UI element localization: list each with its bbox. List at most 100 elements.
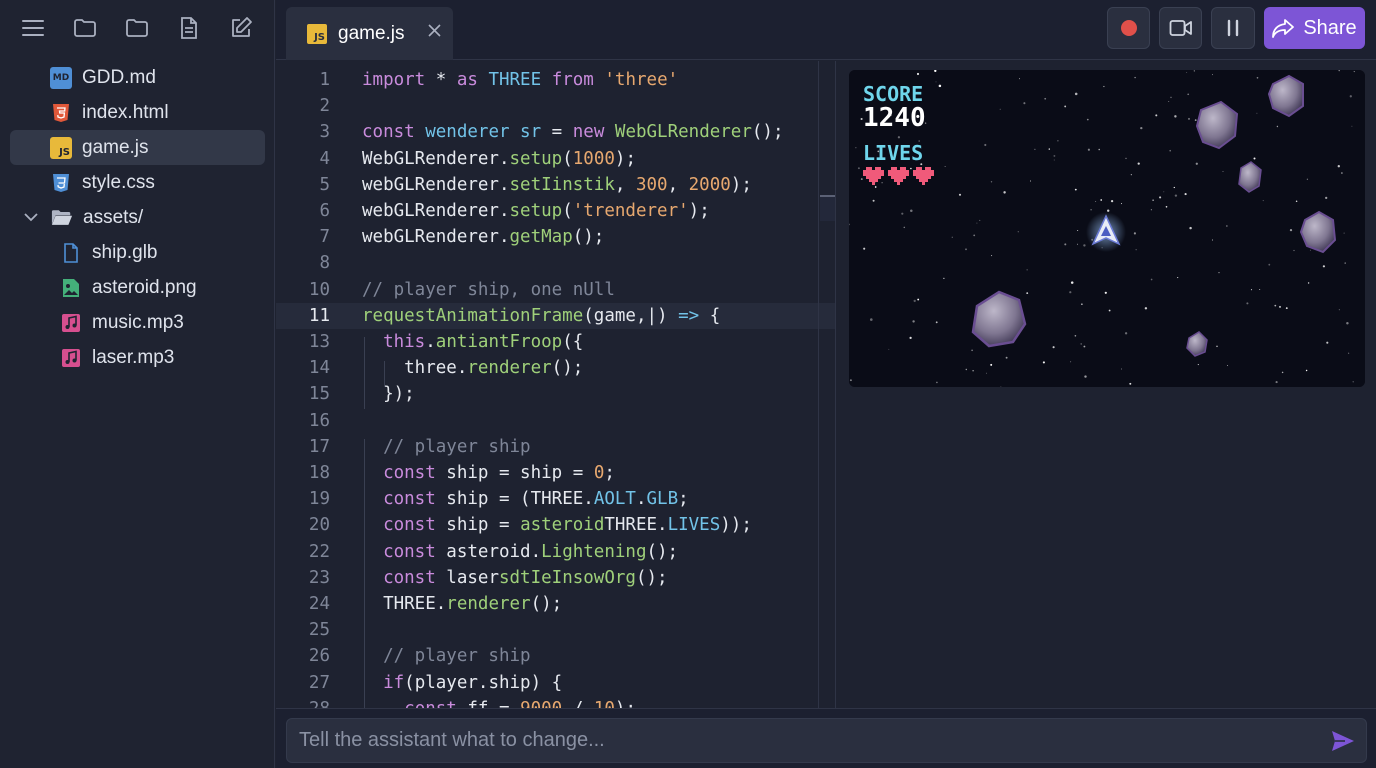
code-editor[interactable]: 1 import * as THREE from 'three' 2 3 const w… <box>276 61 836 708</box>
code-text: // player ship <box>383 436 531 457</box>
code-text: this.antiantFroop({ <box>383 332 584 352</box>
code-line[interactable]: 24 THREE.renderer(); <box>276 591 835 617</box>
code-text: webGLRenderer.setIinstik, 300, 2000); <box>362 174 752 195</box>
file-label: game.js <box>82 136 149 158</box>
code-line[interactable]: 14 three.renderer(); <box>276 355 835 381</box>
chevron-down-icon[interactable] <box>20 213 42 222</box>
code-line[interactable]: 4 WebGLRenderer.setup(1000); <box>276 146 835 172</box>
line-number: 8 <box>319 253 330 274</box>
code-line[interactable]: 22 const asteroid.Lightening(); <box>276 539 835 565</box>
file-label: ship.glb <box>92 241 158 263</box>
prompt-box <box>286 718 1367 763</box>
code-line[interactable]: 11 requestAnimationFrame(game,|) => { <box>276 302 835 329</box>
code-text: const ship = ship = 0; <box>383 463 615 483</box>
lives-label: LIVES <box>863 141 924 165</box>
file-music-mp3[interactable]: music.mp3 <box>10 305 265 340</box>
line-number: 27 <box>308 672 330 693</box>
code-line[interactable]: 8 <box>276 250 835 276</box>
code-line[interactable]: 17 // player ship <box>276 434 835 460</box>
player-ship <box>1086 212 1126 252</box>
code-text: requestAnimationFrame(game,|) => { <box>362 305 721 326</box>
line-number: 28 <box>276 696 330 708</box>
code-line[interactable]: 16 <box>276 408 835 434</box>
code-line[interactable]: 19 const ship = (THREE.AOLT.GLB; <box>276 486 835 512</box>
new-file-icon[interactable] <box>174 12 204 44</box>
code-line[interactable]: 25 <box>276 617 835 643</box>
heart-icon <box>888 167 909 185</box>
file-ship-glb[interactable]: ship.glb <box>10 235 265 270</box>
editor-scrollbar[interactable] <box>818 61 835 708</box>
pause-button[interactable] <box>1211 7 1255 49</box>
file-game-js[interactable]: JS game.js <box>10 130 265 165</box>
file-asteroid-png[interactable]: asteroid.png <box>10 270 265 305</box>
line-number: 15 <box>308 384 330 405</box>
code-text: }); <box>362 384 415 405</box>
scrollbar-thumb[interactable] <box>820 195 835 221</box>
game-canvas[interactable]: SCORE 1240 LIVES <box>849 70 1365 387</box>
line-number: 18 <box>308 463 330 483</box>
heart-icon <box>913 167 934 185</box>
score-value: 1240 <box>863 103 926 133</box>
code-line[interactable]: 6 webGLRenderer.setup('trenderer'); <box>276 198 835 224</box>
file-style-css[interactable]: style.css <box>10 165 265 200</box>
code-text: const ship = (THREE.AOLT.GLB; <box>383 489 689 510</box>
code-line[interactable]: 7 webGLRenderer.getMap(); <box>276 224 835 250</box>
code-line[interactable]: 18 const ship = ship = 0; <box>276 460 835 486</box>
file-explorer: MD GDD.md index.html JS game.js style.cs… <box>0 0 275 768</box>
folder-assets[interactable]: assets/ <box>10 200 265 235</box>
line-number: 23 <box>308 567 330 588</box>
code-line[interactable]: 28 const ff = 9000 / 10); <box>276 696 835 708</box>
close-icon[interactable] <box>428 21 441 42</box>
code-text: webGLRenderer.setup('trenderer'); <box>362 201 710 221</box>
code-line[interactable]: 13 this.antiantFroop({ <box>276 329 835 355</box>
pause-icon <box>1227 19 1239 37</box>
asteroid <box>1238 161 1262 193</box>
file-laser-mp3[interactable]: laser.mp3 <box>10 340 265 375</box>
code-line[interactable]: 3 const wenderer sr = new WebGLRenderer()… <box>276 119 835 145</box>
share-button[interactable]: Share <box>1264 7 1365 49</box>
new-folder-icon[interactable] <box>70 12 100 44</box>
html-icon <box>50 102 72 124</box>
tab-game-js[interactable]: JS game.js <box>286 7 453 60</box>
code-text: import * as THREE from 'three' <box>362 70 679 90</box>
css-icon <box>50 172 72 194</box>
code-line[interactable]: 2 <box>276 93 835 119</box>
code-text: THREE.renderer(); <box>362 594 563 614</box>
file-gdd-md[interactable]: MD GDD.md <box>10 60 265 95</box>
js-icon: JS <box>50 136 72 159</box>
line-number: 10 <box>308 279 330 300</box>
code-line[interactable]: 26 // player ship <box>276 643 835 669</box>
heart-icon <box>863 167 884 185</box>
code-line[interactable]: 15 }); <box>276 381 835 407</box>
file-label: GDD.md <box>82 66 156 88</box>
code-line[interactable]: 20 const ship = asteroidTHREE.LIVES)); <box>276 512 835 538</box>
file-index-html[interactable]: index.html <box>10 95 265 130</box>
code-text: const ff = 9000 / 10); <box>362 696 636 708</box>
code-line[interactable]: 27 if(player.ship) { <box>276 670 835 696</box>
file-label: style.css <box>82 171 155 193</box>
music-icon <box>60 347 82 369</box>
lives-hearts <box>863 167 934 185</box>
record-button[interactable] <box>1107 7 1150 49</box>
code-line[interactable]: 10 // player ship, one nUll <box>276 277 835 303</box>
line-number: 2 <box>319 96 330 117</box>
code-text: webGLRenderer.getMap(); <box>362 227 605 248</box>
line-number: 4 <box>319 148 330 169</box>
camera-button[interactable] <box>1159 7 1202 49</box>
line-number: 7 <box>319 227 330 248</box>
send-icon <box>1332 731 1354 751</box>
edit-icon[interactable] <box>226 12 256 44</box>
prompt-input[interactable] <box>299 719 1309 762</box>
code-line[interactable]: 5 webGLRenderer.setIinstik, 300, 2000); <box>276 172 835 198</box>
folder-icon[interactable] <box>122 12 152 44</box>
code-text: const ship = asteroidTHREE.LIVES)); <box>383 515 752 536</box>
prompt-bar <box>276 708 1376 768</box>
send-button[interactable] <box>1330 729 1356 753</box>
code-line[interactable]: 1 import * as THREE from 'three' <box>276 67 835 93</box>
indent-guide <box>384 361 385 387</box>
code-line[interactable]: 23 const lasersdtIeInsowOrg(); <box>276 565 835 591</box>
code-text: // player ship <box>383 646 531 667</box>
explorer-toolbar <box>18 12 256 44</box>
code-text: const wenderer sr = new WebGLRenderer(); <box>362 122 784 143</box>
menu-icon[interactable] <box>18 12 48 44</box>
